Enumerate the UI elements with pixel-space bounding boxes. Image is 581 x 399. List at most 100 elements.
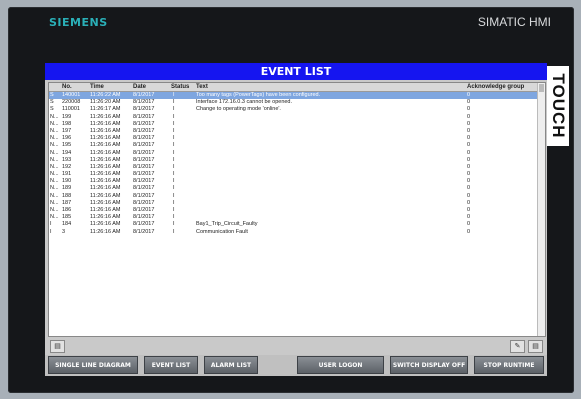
info-icon[interactable]: ▤ — [50, 340, 65, 353]
row-marker: N... — [50, 120, 59, 127]
row-marker: N... — [50, 214, 59, 221]
row-ack-group: 0 — [467, 185, 471, 192]
row-time: 11:26:16 AM — [90, 214, 121, 221]
table-row[interactable]: N... 198 11:26:16 AM 8/1/2017 I 0 — [49, 121, 537, 128]
row-marker: N... — [50, 192, 59, 199]
row-status: I — [173, 199, 175, 206]
model-label: SIMATIC HMI — [477, 15, 551, 29]
table-row[interactable]: I 184 11:26:16 AM 8/1/2017 I Bay1_Trip_Circui… — [49, 221, 537, 228]
table-row[interactable]: N... 188 11:26:16 AM 8/1/2017 I 0 — [49, 193, 537, 200]
row-ack-group: 0 — [467, 106, 471, 113]
row-marker: N... — [50, 156, 59, 163]
row-status: I — [173, 228, 175, 235]
row-status: I — [173, 163, 175, 170]
page-title: EVENT LIST — [45, 63, 547, 80]
row-ack-group: 0 — [467, 199, 471, 206]
row-time: 11:26:16 AM — [90, 221, 121, 228]
table-row[interactable]: N... 194 11:26:16 AM 8/1/2017 I 0 — [49, 150, 537, 157]
row-number: 187 — [62, 199, 72, 206]
row-status: I — [173, 221, 175, 228]
table-row[interactable]: N... 187 11:26:16 AM 8/1/2017 I 0 — [49, 200, 537, 207]
table-row[interactable]: N... 186 11:26:16 AM 8/1/2017 I 0 — [49, 207, 537, 214]
stop-runtime-button[interactable]: STOP RUNTIME — [474, 356, 544, 374]
column-header-status[interactable]: Status — [171, 83, 189, 91]
row-status: I — [173, 127, 175, 134]
column-header-no[interactable]: No. — [62, 83, 72, 91]
alarm-list-button[interactable]: ALARM LIST — [204, 356, 258, 374]
row-date: 8/1/2017 — [133, 113, 155, 120]
event-rows: S 140001 11:26:22 AM 8/1/2017 I Too many tags… — [49, 92, 537, 236]
row-date: 8/1/2017 — [133, 127, 155, 134]
single-line-diagram-button[interactable]: SINGLE LINE DIAGRAM — [48, 356, 138, 374]
column-header-date[interactable]: Date — [133, 83, 146, 91]
vertical-scrollbar[interactable] — [537, 83, 545, 336]
row-time: 11:26:16 AM — [90, 127, 121, 134]
row-ack-group: 0 — [467, 113, 471, 120]
row-date: 8/1/2017 — [133, 92, 155, 98]
event-list-view[interactable]: No. Time Date Status Text Acknowledge gr… — [48, 82, 546, 337]
row-date: 8/1/2017 — [133, 120, 155, 127]
row-time: 11:26:16 AM — [90, 185, 121, 192]
row-number: 3 — [62, 228, 66, 235]
row-marker: N... — [50, 178, 59, 185]
row-number: 199 — [62, 113, 72, 120]
row-status: I — [173, 185, 175, 192]
row-ack-group: 0 — [467, 163, 471, 170]
edit-icon[interactable]: ✎ — [510, 340, 525, 353]
row-date: 8/1/2017 — [133, 199, 155, 206]
table-row[interactable]: N... 197 11:26:16 AM 8/1/2017 I 0 — [49, 128, 537, 135]
table-row[interactable]: N... 185 11:26:16 AM 8/1/2017 I 0 — [49, 214, 537, 221]
table-row[interactable]: S 140001 11:26:22 AM 8/1/2017 I Too many tags… — [49, 92, 537, 100]
row-date: 8/1/2017 — [133, 178, 155, 185]
row-marker: N... — [50, 207, 59, 213]
row-date: 8/1/2017 — [133, 163, 155, 170]
table-row[interactable]: N... 191 11:26:16 AM 8/1/2017 I 0 — [49, 171, 537, 178]
table-row[interactable]: N... 196 11:26:16 AM 8/1/2017 I 0 — [49, 135, 537, 142]
acknowledge-icon[interactable]: ▤ — [528, 340, 543, 353]
table-row[interactable]: N... 192 11:26:16 AM 8/1/2017 I 0 — [49, 164, 537, 171]
row-marker: I — [50, 228, 52, 235]
row-marker: S — [50, 99, 54, 106]
row-ack-group: 0 — [467, 221, 471, 228]
table-row[interactable]: I 3 11:26:16 AM 8/1/2017 I Communication Faul… — [49, 229, 537, 236]
row-number: 110001 — [62, 106, 80, 113]
column-header-time[interactable]: Time — [90, 83, 104, 91]
row-time: 11:26:16 AM — [90, 228, 121, 235]
row-number: 191 — [62, 171, 72, 178]
user-logon-button[interactable]: USER LOGON — [297, 356, 384, 374]
row-ack-group: 0 — [467, 135, 471, 142]
event-list-button[interactable]: EVENT LIST — [144, 356, 198, 374]
row-time: 11:26:16 AM — [90, 156, 121, 163]
table-row[interactable]: N... 199 11:26:16 AM 8/1/2017 I 0 — [49, 114, 537, 121]
row-time: 11:26:16 AM — [90, 207, 121, 213]
table-row[interactable]: S 220008 11:26:20 AM 8/1/2017 I Interface 172… — [49, 99, 537, 106]
row-ack-group: 0 — [467, 171, 471, 178]
row-marker: N... — [50, 199, 59, 206]
table-row[interactable]: N... 189 11:26:16 AM 8/1/2017 I 0 — [49, 185, 537, 192]
row-marker: N... — [50, 149, 59, 156]
row-ack-group: 0 — [467, 214, 471, 221]
column-header-ack-group[interactable]: Acknowledge group — [467, 83, 524, 91]
row-status: I — [173, 207, 175, 213]
row-date: 8/1/2017 — [133, 156, 155, 163]
switch-display-off-button[interactable]: SWITCH DISPLAY OFF — [390, 356, 468, 374]
row-time: 11:26:16 AM — [90, 135, 121, 142]
row-ack-group: 0 — [467, 178, 471, 185]
column-header-text[interactable]: Text — [196, 83, 208, 91]
table-row[interactable]: N... 190 11:26:16 AM 8/1/2017 I 0 — [49, 178, 537, 185]
row-number: 193 — [62, 156, 72, 163]
row-ack-group: 0 — [467, 99, 471, 106]
table-row[interactable]: N... 193 11:26:16 AM 8/1/2017 I 0 — [49, 157, 537, 164]
row-date: 8/1/2017 — [133, 228, 155, 235]
table-row[interactable]: N... 195 11:26:16 AM 8/1/2017 I 0 — [49, 142, 537, 149]
row-status: I — [173, 214, 175, 221]
row-status: I — [173, 120, 175, 127]
touch-label-text: TOUCH — [549, 73, 568, 139]
row-time: 11:26:16 AM — [90, 178, 121, 185]
row-marker: N... — [50, 135, 59, 142]
scrollbar-thumb[interactable] — [539, 84, 544, 92]
row-marker: N... — [50, 163, 59, 170]
table-row[interactable]: S 110001 11:26:17 AM 8/1/2017 I Change to ope… — [49, 106, 537, 113]
row-time: 11:26:20 AM — [90, 99, 121, 106]
row-number: 195 — [62, 142, 72, 149]
